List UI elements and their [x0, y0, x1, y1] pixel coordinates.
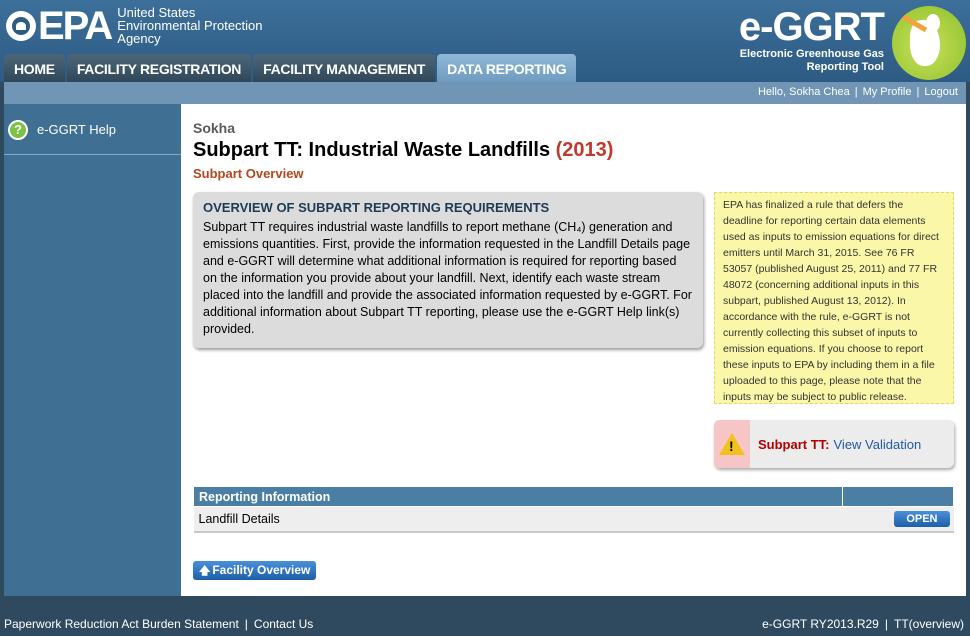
subpart-title-text: Subpart TT: Industrial Waste Landfills	[193, 139, 551, 161]
footer-version: e-GGRT RY2013.R29 | TT(overview)	[762, 617, 964, 631]
agency-name: United States Environmental Protection A…	[117, 6, 262, 45]
my-profile-link[interactable]: My Profile	[863, 86, 912, 98]
eggrt-logo: e-GGRT Electronic Greenhouse Gas Reporti…	[738, 5, 885, 74]
epa-logo-text: EPA	[38, 3, 113, 48]
overview-panel: OVERVIEW OF SUBPART REPORTING REQUIREMEN…	[193, 192, 703, 348]
arrow-up-icon: 🡅	[199, 565, 211, 577]
facility-overview-button[interactable]: 🡅 Facility Overview	[193, 561, 317, 580]
page-title: Subpart TT: Industrial Waste Landfills (…	[193, 139, 613, 162]
site-header: EPA United States Environmental Protecti…	[0, 0, 970, 82]
view-validation-link[interactable]: View Validation	[834, 437, 922, 452]
facility-overview-label: Facility Overview	[212, 563, 311, 577]
validation-label: Subpart TT:	[758, 436, 830, 452]
table-header-empty	[842, 486, 954, 507]
eggrt-subtitle-1: Electronic Greenhouse Gas	[739, 48, 884, 60]
footer-links: Paperwork Reduction Act Burden Statement…	[4, 617, 314, 631]
user-greeting: Hello, Sokha Chea	[757, 86, 850, 98]
question-icon: ?	[8, 120, 28, 140]
subpart-overview-label: Subpart Overview	[193, 166, 304, 181]
epa-globe-icon	[6, 10, 36, 41]
site-footer: Paperwork Reduction Act Burden Statement…	[0, 612, 970, 636]
validation-panel: ! Subpart TT: View Validation	[714, 420, 954, 468]
sidebar-item-help[interactable]: ? e-GGRT Help	[4, 104, 181, 155]
warning-icon: !	[719, 433, 745, 455]
row-label-landfill-details: Landfill Details	[193, 506, 843, 533]
open-button[interactable]: OPEN	[894, 510, 950, 527]
table-header-row: Reporting Information	[192, 486, 954, 507]
eggrt-title: e-GGRT	[738, 5, 885, 49]
epa-logo[interactable]: EPA United States Environmental Protecti…	[6, 3, 263, 48]
page-id: TT(overview)	[893, 617, 964, 631]
overview-text: Subpart TT requires industrial waste lan…	[203, 220, 692, 336]
table-header: Reporting Information	[192, 486, 844, 507]
sidebar-item-label: e-GGRT Help	[37, 122, 116, 137]
reporting-information-table: Reporting Information Landfill Details O…	[192, 486, 954, 533]
tab-data-reporting[interactable]: DATA REPORTING	[437, 54, 577, 82]
row-action-cell: OPEN	[842, 506, 954, 533]
facility-name: Sokha	[193, 120, 236, 136]
table-row: Landfill Details OPEN	[193, 506, 954, 533]
paperwork-link[interactable]: Paperwork Reduction Act Burden Statement	[4, 617, 239, 631]
main-nav: HOME FACILITY REGISTRATION FACILITY MANA…	[4, 54, 578, 82]
version-text: e-GGRT RY2013.R29	[762, 617, 879, 631]
tab-home[interactable]: HOME	[4, 54, 65, 82]
tab-facility-management[interactable]: FACILITY MANAGEMENT	[253, 54, 436, 82]
contact-link[interactable]: Contact Us	[254, 617, 313, 631]
user-bar: Hello, Sokha Chea | My Profile | Logout	[4, 82, 966, 104]
sidebar: ? e-GGRT Help	[4, 104, 181, 596]
logout-link[interactable]: Logout	[924, 86, 958, 98]
main-content: Sokha Subpart TT: Industrial Waste Landf…	[181, 104, 966, 596]
eggrt-subtitle-2: Reporting Tool	[806, 61, 884, 73]
tab-facility-registration[interactable]: FACILITY REGISTRATION	[66, 54, 252, 82]
overview-heading: OVERVIEW OF SUBPART REPORTING REQUIREMEN…	[203, 200, 550, 215]
heron-logo-icon	[892, 6, 966, 80]
agency-line-3: Agency	[117, 31, 161, 46]
deferral-notice: EPA has finalized a rule that defers the…	[714, 192, 954, 404]
reporting-year: (2013)	[555, 139, 614, 161]
warning-icon-cell: !	[714, 420, 750, 468]
